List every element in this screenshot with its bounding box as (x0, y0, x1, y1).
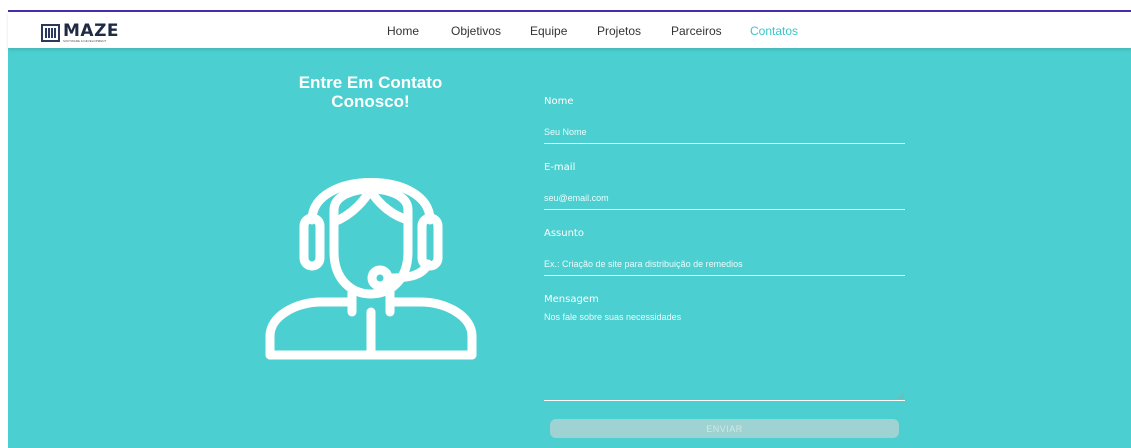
send-button[interactable]: ENVIAR (550, 419, 899, 438)
nav-objetivos[interactable]: Objetivos (451, 24, 501, 38)
email-label: E-mail (544, 162, 576, 173)
nav-equipe[interactable]: Equipe (530, 24, 567, 38)
message-label: Mensagem (544, 294, 599, 305)
contact-heading: Entre Em Contato Conosco! (268, 73, 473, 111)
page: MAZE SOFTWARE & DEVELOPMENT Home Objetiv… (0, 0, 1131, 448)
message-textarea[interactable] (544, 312, 905, 401)
nav-contatos[interactable]: Contatos (750, 24, 798, 38)
resize-grip-icon[interactable] (898, 393, 904, 399)
nav-parceiros[interactable]: Parceiros (671, 24, 722, 38)
name-label: Nome (544, 96, 574, 107)
subject-label: Assunto (544, 228, 584, 239)
contact-heading-line1: Entre Em Contato (298, 73, 443, 92)
contact-heading-line2: Conosco! (331, 92, 410, 111)
name-input[interactable] (544, 121, 905, 144)
navbar: MAZE SOFTWARE & DEVELOPMENT Home Objetiv… (8, 12, 1131, 48)
nav-menu: Home Objetivos Equipe Projetos Parceiros… (8, 12, 1131, 48)
subject-input[interactable] (544, 253, 905, 276)
headset-agent-icon (265, 178, 477, 360)
nav-home[interactable]: Home (387, 24, 419, 38)
nav-projetos[interactable]: Projetos (597, 24, 641, 38)
email-input[interactable] (544, 187, 905, 210)
